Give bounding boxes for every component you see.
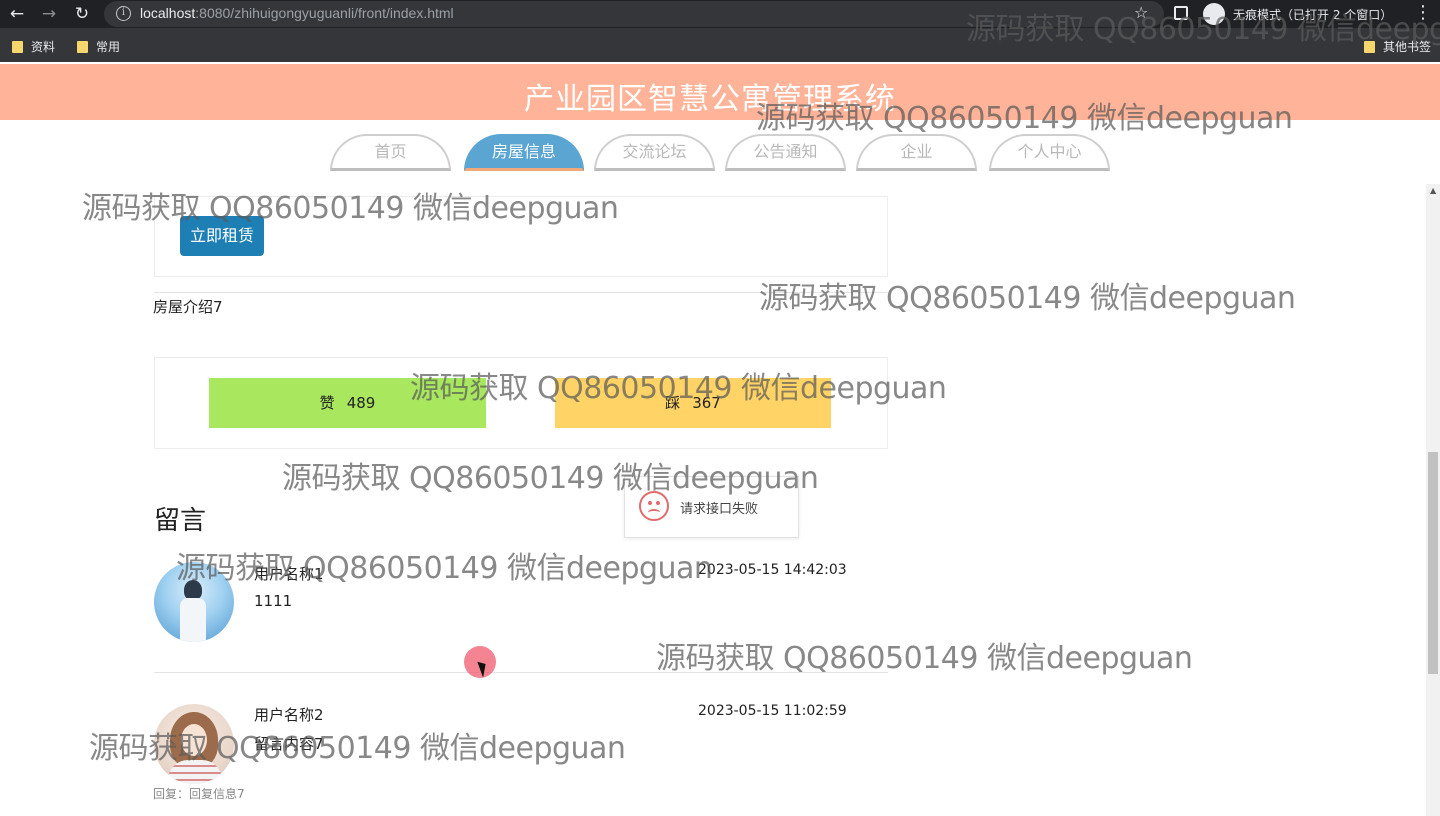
comment-content: 1111 <box>254 592 293 610</box>
comments-heading: 留言 <box>154 506 207 536</box>
back-icon[interactable]: ← <box>6 3 28 25</box>
forward-icon[interactable]: → <box>38 3 60 25</box>
toast-message: 请求接口失败 <box>680 502 759 517</box>
scroll-up-icon[interactable]: ▲ <box>1430 186 1436 195</box>
url-text[interactable]: localhost:8080/zhihuigongyuguanli/front/… <box>140 5 454 21</box>
house-intro: 房屋介绍7 <box>153 298 223 316</box>
tab-user-center[interactable]: 个人中心 <box>989 134 1110 171</box>
watermark: 源码获取 QQ86050149 微信deepguan <box>89 731 626 766</box>
folder-icon <box>12 41 23 53</box>
watermark: 源码获取 QQ86050149 微信deepguan <box>759 281 1296 316</box>
watermark: 源码获取 QQ86050149 微信deepguan <box>656 641 1193 676</box>
watermark: 源码获取 QQ86050149 微信deepguan <box>282 461 819 496</box>
like-count: 489 <box>346 394 376 412</box>
watermark: 源码获取 QQ86050149 微信deepgu <box>966 12 1440 47</box>
comment-time: 2023-05-15 14:42:03 <box>698 562 847 578</box>
watermark: 源码获取 QQ86050149 微信deepguan <box>756 101 1293 136</box>
reload-icon[interactable]: ↻ <box>71 3 93 25</box>
tab-company[interactable]: 企业 <box>856 134 977 171</box>
bookmark-folder[interactable]: 资料 <box>12 38 55 55</box>
watermark: 源码获取 QQ86050149 微信deepguan <box>176 551 713 586</box>
like-label: 赞 <box>319 394 335 412</box>
comment-user: 用户名称2 <box>254 706 324 724</box>
watermark: 源码获取 QQ86050149 微信deepguan <box>410 371 947 406</box>
comment-reply: 回复：回复信息7 <box>153 787 245 801</box>
tab-home[interactable]: 首页 <box>330 134 451 171</box>
tab-forum[interactable]: 交流论坛 <box>594 134 715 171</box>
page: ← → ↻ i localhost:8080/zhihuigongyuguanl… <box>0 0 1440 816</box>
scrollbar-thumb[interactable] <box>1428 452 1438 674</box>
info-icon[interactable]: i <box>116 6 131 21</box>
tab-notice[interactable]: 公告通知 <box>725 134 846 171</box>
watermark: 源码获取 QQ86050149 微信deepguan <box>82 191 619 226</box>
folder-icon <box>77 41 88 53</box>
bookmark-folder[interactable]: 常用 <box>77 38 120 55</box>
tab-house-info[interactable]: 房屋信息 <box>464 134 584 171</box>
comment-time: 2023-05-15 11:02:59 <box>698 703 847 719</box>
